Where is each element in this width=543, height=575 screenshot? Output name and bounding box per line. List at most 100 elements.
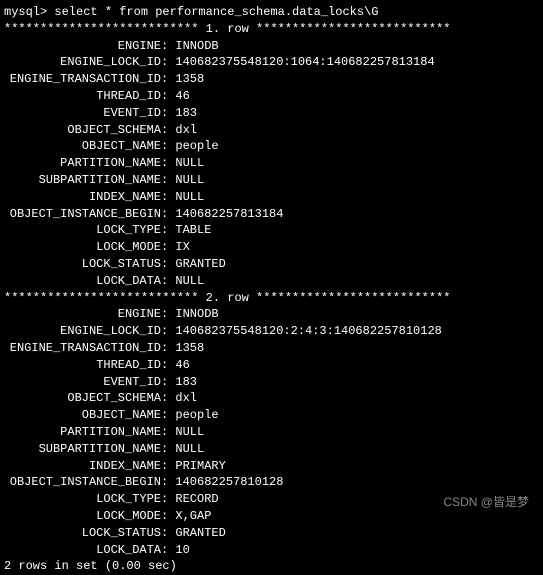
field-label: OBJECT_NAME: [4, 407, 161, 424]
field-row: ENGINE_LOCK_ID: 140682375548120:2:4:3:14…: [4, 323, 539, 340]
field-separator: :: [161, 357, 175, 374]
field-value: 183: [175, 374, 197, 391]
field-value: NULL: [175, 172, 204, 189]
field-row: THREAD_ID: 46: [4, 357, 539, 374]
field-separator: :: [161, 407, 175, 424]
field-row: OBJECT_INSTANCE_BEGIN: 140682257810128: [4, 474, 539, 491]
field-row: ENGINE: INNODB: [4, 306, 539, 323]
field-separator: :: [161, 155, 175, 172]
field-value: NULL: [175, 155, 204, 172]
field-label: ENGINE_LOCK_ID: [4, 323, 161, 340]
field-separator: :: [161, 441, 175, 458]
field-label: EVENT_ID: [4, 105, 161, 122]
field-row: OBJECT_INSTANCE_BEGIN: 140682257813184: [4, 206, 539, 223]
field-label: ENGINE_TRANSACTION_ID: [4, 340, 161, 357]
field-row: SUBPARTITION_NAME: NULL: [4, 172, 539, 189]
field-value: 1358: [175, 71, 204, 88]
field-label: LOCK_MODE: [4, 508, 161, 525]
field-row: OBJECT_SCHEMA: dxl: [4, 390, 539, 407]
field-value: INNODB: [175, 38, 218, 55]
field-row: ENGINE_TRANSACTION_ID: 1358: [4, 340, 539, 357]
field-label: LOCK_DATA: [4, 542, 161, 559]
field-row: OBJECT_NAME: people: [4, 138, 539, 155]
field-separator: :: [161, 206, 175, 223]
field-value: 140682375548120:1064:140682257813184: [175, 54, 434, 71]
field-value: 10: [175, 542, 189, 559]
field-value: dxl: [175, 122, 197, 139]
field-separator: :: [161, 54, 175, 71]
field-value: TABLE: [175, 222, 211, 239]
field-separator: :: [161, 340, 175, 357]
field-row: SUBPARTITION_NAME: NULL: [4, 441, 539, 458]
row-separator: *************************** 1. row *****…: [4, 21, 539, 38]
field-separator: :: [161, 88, 175, 105]
field-row: OBJECT_SCHEMA: dxl: [4, 122, 539, 139]
field-row: LOCK_DATA: NULL: [4, 273, 539, 290]
field-row: THREAD_ID: 46: [4, 88, 539, 105]
field-label: LOCK_TYPE: [4, 491, 161, 508]
field-label: THREAD_ID: [4, 88, 161, 105]
field-label: PARTITION_NAME: [4, 155, 161, 172]
field-row: LOCK_MODE: IX: [4, 239, 539, 256]
field-separator: :: [161, 71, 175, 88]
sql-prompt[interactable]: mysql> select * from performance_schema.…: [4, 4, 539, 21]
field-separator: :: [161, 323, 175, 340]
field-separator: :: [161, 525, 175, 542]
row-separator: *************************** 2. row *****…: [4, 290, 539, 307]
field-separator: :: [161, 424, 175, 441]
field-value: GRANTED: [175, 525, 225, 542]
field-row: LOCK_TYPE: TABLE: [4, 222, 539, 239]
field-separator: :: [161, 256, 175, 273]
field-separator: :: [161, 38, 175, 55]
field-label: THREAD_ID: [4, 357, 161, 374]
field-label: OBJECT_SCHEMA: [4, 390, 161, 407]
field-separator: :: [161, 172, 175, 189]
field-row: LOCK_STATUS: GRANTED: [4, 525, 539, 542]
field-row: INDEX_NAME: NULL: [4, 189, 539, 206]
field-row: LOCK_STATUS: GRANTED: [4, 256, 539, 273]
field-separator: :: [161, 542, 175, 559]
field-label: ENGINE: [4, 38, 161, 55]
watermark: CSDN @皆是梦: [443, 494, 529, 511]
field-label: SUBPARTITION_NAME: [4, 172, 161, 189]
field-label: EVENT_ID: [4, 374, 161, 391]
field-value: 140682257810128: [175, 474, 283, 491]
field-separator: :: [161, 122, 175, 139]
field-value: 46: [175, 357, 189, 374]
field-value: people: [175, 138, 218, 155]
field-label: OBJECT_SCHEMA: [4, 122, 161, 139]
field-label: LOCK_STATUS: [4, 525, 161, 542]
field-separator: :: [161, 491, 175, 508]
field-value: people: [175, 407, 218, 424]
field-value: INNODB: [175, 306, 218, 323]
field-value: 1358: [175, 340, 204, 357]
field-separator: :: [161, 390, 175, 407]
field-separator: :: [161, 306, 175, 323]
field-separator: :: [161, 138, 175, 155]
field-label: OBJECT_INSTANCE_BEGIN: [4, 206, 161, 223]
field-label: INDEX_NAME: [4, 458, 161, 475]
field-value: NULL: [175, 273, 204, 290]
field-separator: :: [161, 222, 175, 239]
field-value: dxl: [175, 390, 197, 407]
field-row: PARTITION_NAME: NULL: [4, 424, 539, 441]
field-value: 140682375548120:2:4:3:140682257810128: [175, 323, 441, 340]
field-label: SUBPARTITION_NAME: [4, 441, 161, 458]
field-label: OBJECT_INSTANCE_BEGIN: [4, 474, 161, 491]
field-row: ENGINE: INNODB: [4, 38, 539, 55]
field-label: ENGINE_TRANSACTION_ID: [4, 71, 161, 88]
field-label: LOCK_DATA: [4, 273, 161, 290]
field-separator: :: [161, 273, 175, 290]
field-value: IX: [175, 239, 189, 256]
field-label: LOCK_MODE: [4, 239, 161, 256]
field-row: EVENT_ID: 183: [4, 105, 539, 122]
field-separator: :: [161, 474, 175, 491]
field-separator: :: [161, 105, 175, 122]
field-value: 46: [175, 88, 189, 105]
field-row: INDEX_NAME: PRIMARY: [4, 458, 539, 475]
field-label: INDEX_NAME: [4, 189, 161, 206]
field-separator: :: [161, 374, 175, 391]
field-label: ENGINE: [4, 306, 161, 323]
field-row: EVENT_ID: 183: [4, 374, 539, 391]
mysql-terminal: mysql> select * from performance_schema.…: [4, 4, 539, 575]
